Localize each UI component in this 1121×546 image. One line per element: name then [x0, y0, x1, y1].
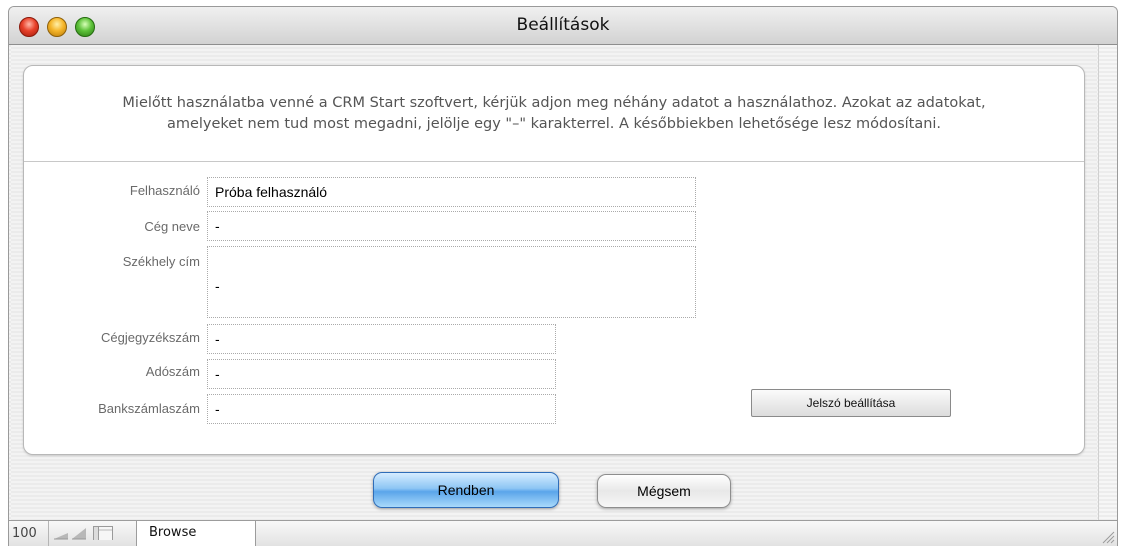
- status-toggle-icon[interactable]: [93, 526, 113, 540]
- tax-number-field[interactable]: -: [207, 359, 556, 389]
- bank-account-label: Bankszámlaszám: [98, 401, 200, 416]
- zoom-level[interactable]: 100: [9, 521, 49, 546]
- set-password-button[interactable]: Jelszó beállítása: [751, 389, 951, 417]
- preferences-window: Beállítások Mielőtt használatba venné a …: [8, 6, 1118, 546]
- registration-number-field[interactable]: -: [207, 324, 556, 354]
- registration-number-label: Cégjegyzékszám: [101, 330, 200, 345]
- status-bar: 100 Browse: [9, 520, 1117, 546]
- title-bar[interactable]: Beállítások: [9, 7, 1117, 45]
- resize-grip-icon[interactable]: [1101, 530, 1115, 544]
- user-label: Felhasználó: [129, 183, 200, 198]
- window-content: Mielőtt használatba venné a CRM Start sz…: [11, 45, 1097, 521]
- tax-number-label: Adószám: [145, 364, 200, 379]
- address-label: Székhely cím: [122, 254, 200, 269]
- divider: [24, 161, 1084, 162]
- right-scrollbar[interactable]: [1098, 45, 1117, 521]
- user-field[interactable]: Próba felhasználó: [207, 177, 696, 207]
- intro-line-2: amelyeket nem tud most megadni, jelölje …: [166, 116, 942, 132]
- company-name-field[interactable]: -: [207, 211, 696, 241]
- ok-button[interactable]: Rendben: [373, 472, 559, 508]
- mode-indicator[interactable]: Browse: [136, 521, 256, 546]
- window-title: Beállítások: [516, 15, 610, 35]
- bank-account-field[interactable]: -: [207, 394, 556, 424]
- intro-line-1: Mielőtt használatba venné a CRM Start sz…: [122, 95, 986, 111]
- intro-text: Mielőtt használatba venné a CRM Start sz…: [34, 93, 1074, 135]
- zoom-in-icon[interactable]: [71, 526, 87, 540]
- address-field[interactable]: -: [207, 246, 696, 318]
- company-name-label: Cég neve: [144, 219, 200, 234]
- cancel-button[interactable]: Mégsem: [597, 474, 731, 508]
- zoom-out-icon[interactable]: [53, 526, 69, 540]
- settings-panel: Mielőtt használatba venné a CRM Start sz…: [23, 65, 1085, 455]
